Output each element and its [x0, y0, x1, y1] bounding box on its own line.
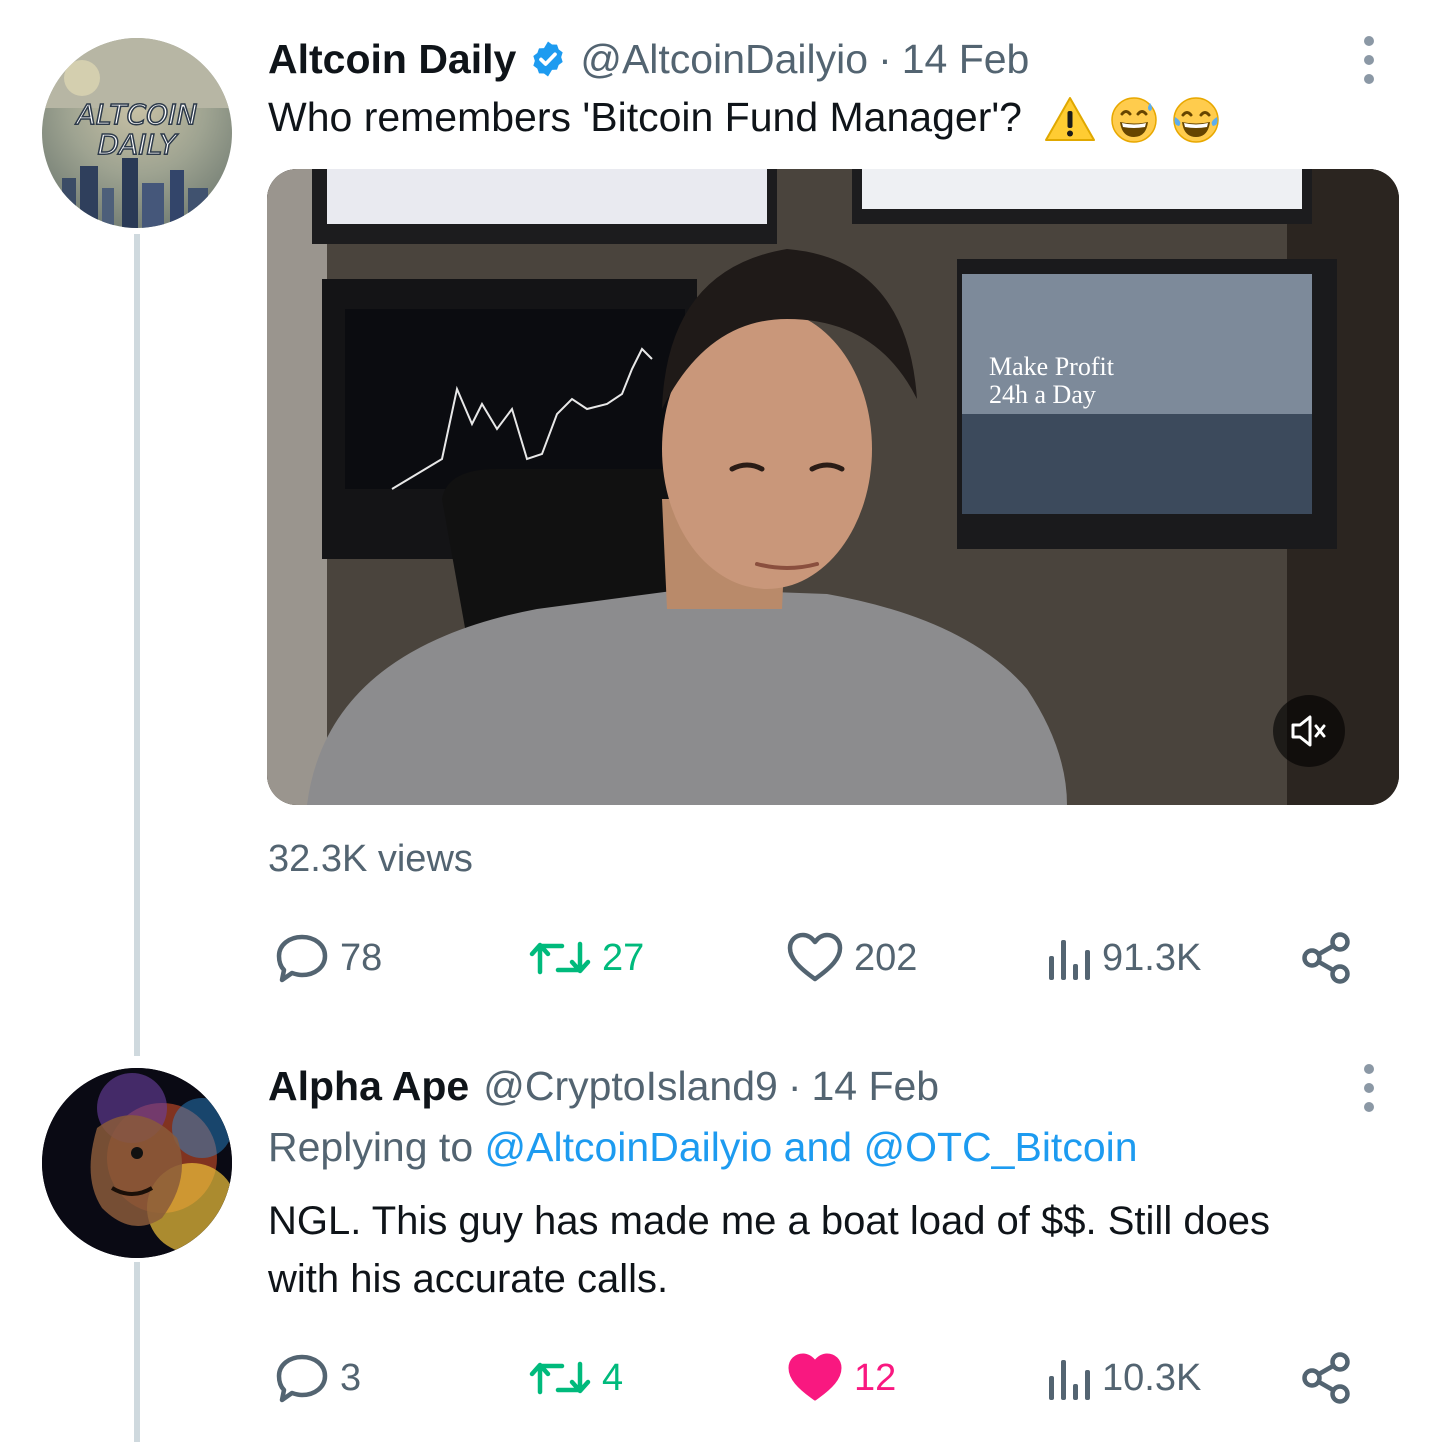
reply-count: 78	[340, 936, 383, 979]
grinning-sweat-emoji-icon	[1111, 97, 1158, 143]
tweet-header: Alpha Ape @CryptoIsland9 · 14 Feb	[268, 1061, 939, 1111]
views-button[interactable]: 10.3K	[1046, 1348, 1201, 1408]
more-options-icon[interactable]	[1352, 1058, 1386, 1118]
reply-bubble-icon	[276, 1354, 328, 1403]
like-button[interactable]: 12	[786, 1348, 896, 1408]
mention-link-otc-bitcoin[interactable]: @OTC_Bitcoin	[864, 1124, 1138, 1170]
tweet-text: NGL. This guy has made me a boat load of…	[268, 1192, 1270, 1308]
retweet-count: 27	[602, 936, 645, 979]
retweet-count: 4	[602, 1356, 624, 1399]
retweet-arrows-icon	[529, 941, 591, 975]
thread-connector-line	[134, 1262, 140, 1442]
share-nodes-icon	[1302, 932, 1350, 984]
avatar-image: ALTCOIN DAILY	[42, 38, 232, 228]
tweet-text: Who remembers 'Bitcoin Fund Manager'?	[268, 88, 1221, 146]
reply-count: 3	[340, 1356, 362, 1399]
views-button[interactable]: 91.3K	[1046, 928, 1201, 988]
heart-filled-icon	[788, 1353, 842, 1401]
mention-link-altcoindailyio[interactable]: @AltcoinDailyio	[485, 1124, 773, 1170]
tweet-body: Who remembers 'Bitcoin Fund Manager'?	[268, 94, 1022, 140]
svg-text:DAILY: DAILY	[98, 128, 179, 161]
svg-text:24h a Day: 24h a Day	[989, 380, 1096, 409]
avatar-alpha-ape[interactable]	[42, 1068, 232, 1258]
views-stat: 10.3K	[1102, 1356, 1202, 1399]
retweet-arrows-icon	[529, 1361, 591, 1395]
views-count: 32.3K views	[268, 838, 473, 880]
separator-dot: ·	[878, 36, 892, 82]
reply-bubble-icon	[276, 934, 328, 983]
analytics-bars-icon	[1049, 1360, 1090, 1400]
tweet-action-bar: 78 27 202 91.3K	[268, 928, 1358, 988]
mute-speaker-icon[interactable]	[1289, 713, 1329, 749]
like-count: 202	[854, 936, 918, 979]
tweet-body-line-1: NGL. This guy has made me a boat load of…	[268, 1199, 1271, 1243]
separator-dot: ·	[787, 1063, 802, 1109]
author-name[interactable]: Altcoin Daily	[268, 34, 516, 84]
tweet-action-bar: 3 4 12 10.3K	[268, 1348, 1358, 1408]
share-button[interactable]	[1300, 928, 1354, 988]
tweet-header: Altcoin Daily @AltcoinDailyio · 14 Feb	[268, 34, 1029, 84]
tears-of-joy-emoji-icon	[1173, 97, 1220, 143]
tweet-date[interactable]: 14 Feb	[902, 34, 1030, 84]
share-nodes-icon	[1302, 1352, 1350, 1404]
like-button[interactable]: 202	[786, 928, 917, 988]
replying-to-line: Replying to @AltcoinDailyio and @OTC_Bit…	[268, 1124, 1138, 1171]
svg-text:ALTCOIN: ALTCOIN	[75, 98, 198, 131]
svg-text:Make Profit: Make Profit	[989, 352, 1115, 381]
reply-button[interactable]: 3	[274, 1348, 361, 1408]
reply-button[interactable]: 78	[274, 928, 382, 988]
warning-emoji-icon	[1045, 97, 1096, 142]
views-stat: 91.3K	[1102, 936, 1202, 979]
author-handle[interactable]: @CryptoIsland9	[483, 1061, 778, 1111]
avatar-image	[42, 1068, 232, 1258]
avatar-altcoin-daily[interactable]: ALTCOIN DAILY	[42, 38, 232, 228]
replying-and[interactable]: and	[784, 1124, 852, 1170]
replying-prefix: Replying to	[268, 1124, 474, 1170]
retweet-button[interactable]: 4	[528, 1348, 623, 1408]
video-player[interactable]: Make Profit 24h a Day	[267, 169, 1399, 805]
emoji-group	[1043, 95, 1221, 145]
like-count: 12	[854, 1356, 897, 1399]
retweet-button[interactable]: 27	[528, 928, 644, 988]
share-button[interactable]	[1300, 1348, 1354, 1408]
more-options-icon[interactable]	[1352, 30, 1386, 90]
verified-badge-icon	[533, 41, 563, 77]
thread-connector-line	[134, 234, 140, 1056]
analytics-bars-icon	[1049, 940, 1090, 980]
heart-outline-icon	[787, 932, 843, 982]
video-frame: Make Profit 24h a Day	[267, 169, 1399, 805]
author-name[interactable]: Alpha Ape	[268, 1061, 469, 1111]
tweet-date[interactable]: 14 Feb	[811, 1061, 939, 1111]
author-handle[interactable]: @AltcoinDailyio	[580, 34, 868, 84]
tweet-body-line-2: with his accurate calls.	[268, 1257, 669, 1301]
